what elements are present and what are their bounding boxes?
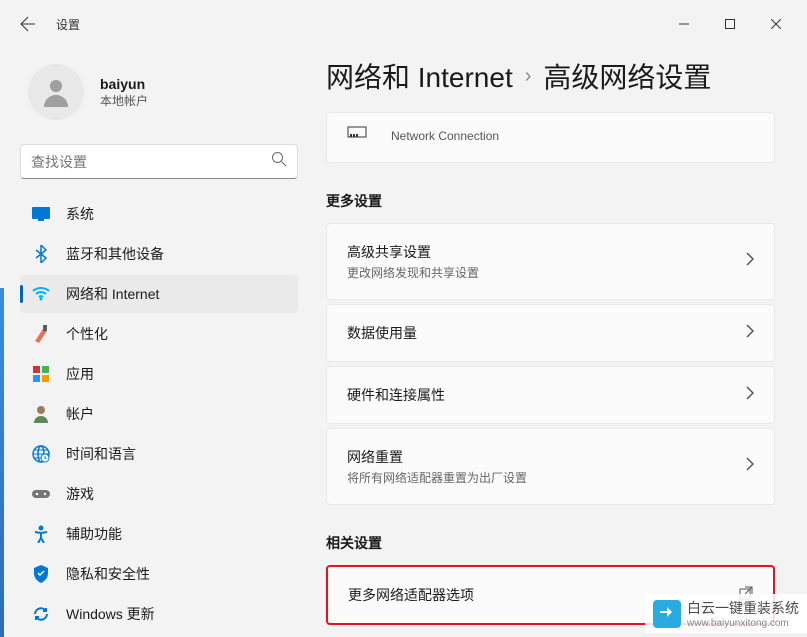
accessibility-icon [32,525,50,543]
sidebar-item-accessibility[interactable]: 辅助功能 [20,515,298,553]
update-icon [32,605,50,623]
adapter-subtitle: Network Connection [391,129,499,143]
minimize-button[interactable] [661,8,707,40]
sidebar-item-label: 隐私和安全性 [66,564,150,584]
sidebar-item-time[interactable]: 时间和语言 [20,435,298,473]
watermark-sub: www.baiyunxitong.com [687,618,799,629]
sidebar-item-network[interactable]: 网络和 Internet [20,275,298,313]
avatar [28,64,84,120]
close-icon [771,19,781,29]
sidebar-item-label: 网络和 Internet [66,284,159,304]
profile-subtitle: 本地帐户 [100,92,148,109]
sidebar-item-label: Windows 更新 [66,604,155,624]
sidebar-item-label: 帐户 [66,404,94,424]
titlebar: 设置 [0,0,807,48]
chevron-right-icon [746,386,754,405]
sidebar-item-gaming[interactable]: 游戏 [20,475,298,513]
watermark-text: 白云一键重装系统 [687,598,799,618]
breadcrumb-current: 高级网络设置 [543,56,711,96]
sidebar-item-label: 个性化 [66,324,108,344]
watermark-icon [653,600,681,628]
card-title: 硬件和连接属性 [347,385,746,405]
person-icon [32,405,50,423]
sidebar-item-apps[interactable]: 应用 [20,355,298,393]
close-button[interactable] [753,8,799,40]
ethernet-icon [347,125,371,146]
sidebar-item-label: 辅助功能 [66,524,122,544]
more-card-2[interactable]: 硬件和连接属性 [326,366,775,424]
more-card-1[interactable]: 数据使用量 [326,304,775,362]
minimize-icon [679,19,689,29]
more-card-3[interactable]: 网络重置将所有网络适配器重置为出厂设置 [326,428,775,505]
brush-icon [32,325,50,343]
sidebar-item-bluetooth[interactable]: 蓝牙和其他设备 [20,235,298,273]
more-card-0[interactable]: 高级共享设置更改网络发现和共享设置 [326,223,775,300]
gamepad-icon [32,485,50,503]
card-title: 网络重置 [347,447,746,467]
chevron-right-icon [746,252,754,271]
card-subtitle: 更改网络发现和共享设置 [347,264,746,281]
sidebar-item-label: 时间和语言 [66,444,136,464]
sidebar-item-personalization[interactable]: 个性化 [20,315,298,353]
system-icon [32,205,50,223]
search-icon [271,151,287,172]
sidebar-item-label: 系统 [66,204,94,224]
apps-icon [32,365,50,383]
sidebar-item-label: 游戏 [66,484,94,504]
chevron-right-icon [746,457,754,476]
section-title-more: 更多设置 [326,191,775,211]
watermark: 白云一键重装系统 www.baiyunxitong.com [645,594,807,633]
nav-list: 系统蓝牙和其他设备网络和 Internet 个性化应用帐户时间和语言游戏辅助功能隐… [20,195,298,637]
wifi-icon [32,285,50,303]
profile-name: baiyun [100,76,148,92]
chevron-right-icon: › [525,65,532,88]
sidebar: baiyun 本地帐户 系统蓝牙和其他设备网络和 Internet 个性化应用帐户… [0,48,310,637]
back-button[interactable] [8,4,48,44]
maximize-icon [725,19,735,29]
section-title-related: 相关设置 [326,533,775,553]
sidebar-item-update[interactable]: Windows 更新 [20,595,298,633]
main-content: 网络和 Internet › 高级网络设置 Network Connection… [310,48,807,637]
globe-icon [32,445,50,463]
shield-icon [32,565,50,583]
profile-block[interactable]: baiyun 本地帐户 [20,48,298,144]
sidebar-item-system[interactable]: 系统 [20,195,298,233]
card-title: 数据使用量 [347,323,746,343]
sidebar-item-privacy[interactable]: 隐私和安全性 [20,555,298,593]
breadcrumb: 网络和 Internet › 高级网络设置 [326,56,775,96]
search-box[interactable] [20,144,298,179]
sidebar-item-label: 蓝牙和其他设备 [66,244,164,264]
window-title: 设置 [56,16,80,33]
breadcrumb-parent[interactable]: 网络和 Internet [326,56,513,96]
adapter-card-partial[interactable]: Network Connection [326,112,775,163]
maximize-button[interactable] [707,8,753,40]
bluetooth-icon [32,245,50,263]
card-subtitle: 将所有网络适配器重置为出厂设置 [347,469,746,486]
search-input[interactable] [31,154,271,170]
left-edge-accent [0,288,4,637]
window-controls [661,8,799,40]
person-icon [38,74,74,110]
sidebar-item-label: 应用 [66,364,94,384]
chevron-right-icon [746,324,754,343]
sidebar-item-accounts[interactable]: 帐户 [20,395,298,433]
card-title: 高级共享设置 [347,242,746,262]
arrow-left-icon [20,16,36,32]
